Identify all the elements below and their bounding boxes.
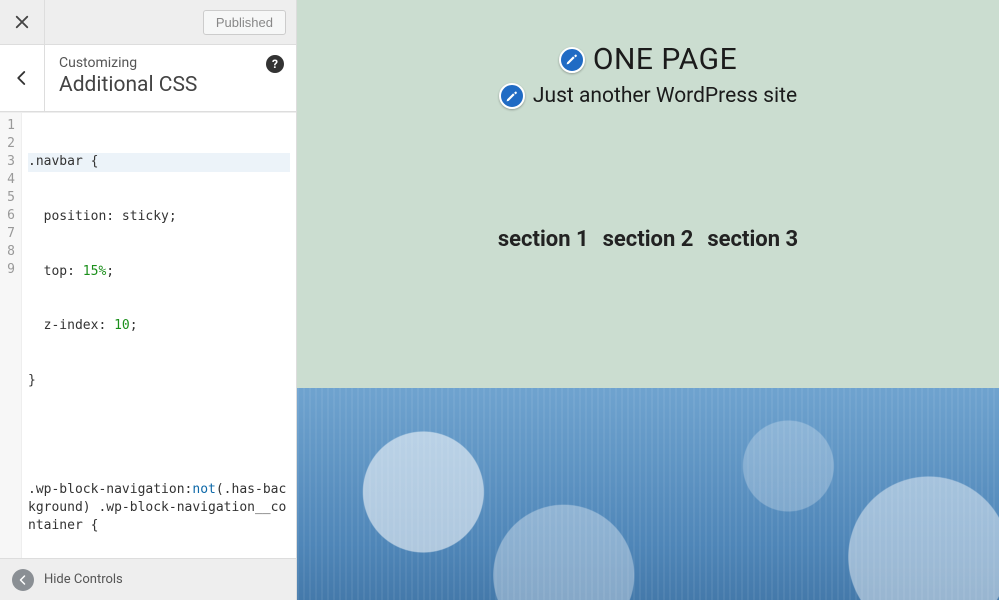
code-line: } — [28, 372, 290, 390]
pencil-icon — [565, 53, 578, 66]
edit-tagline-button[interactable] — [499, 83, 525, 109]
editor-code[interactable]: .navbar { position: sticky; top: 15%; z-… — [22, 113, 296, 558]
code-line: top: 15%; — [28, 263, 290, 281]
nav-link-section2[interactable]: section 2 — [603, 227, 694, 252]
pencil-icon — [505, 90, 518, 103]
preview-hero: ONE PAGE Just another WordPress site sec… — [297, 0, 999, 388]
hide-controls-label: Hide Controls — [44, 572, 123, 587]
hide-controls-button[interactable]: Hide Controls — [0, 558, 296, 600]
nav-link-section1[interactable]: section 1 — [498, 227, 589, 252]
collapse-icon — [12, 569, 34, 591]
section-title: Additional CSS — [59, 73, 282, 97]
help-button[interactable]: ? — [266, 55, 284, 73]
customizer-sidebar: Published Customizing Additional CSS ? 1… — [0, 0, 297, 600]
code-line: z-index: 10; — [28, 317, 290, 335]
site-tagline: Just another WordPress site — [533, 84, 797, 108]
preview-banner-image — [297, 388, 999, 600]
site-title: ONE PAGE — [593, 42, 737, 77]
edit-title-button[interactable] — [559, 47, 585, 73]
editor-gutter: 1 2 3 4 5 6 7 8 9 — [0, 113, 22, 558]
site-preview[interactable]: ONE PAGE Just another WordPress site sec… — [297, 0, 999, 600]
preview-nav: section 1 section 2 section 3 — [498, 227, 798, 252]
code-line — [28, 426, 290, 444]
close-button[interactable] — [0, 0, 45, 45]
breadcrumb: Customizing — [59, 55, 282, 71]
css-editor[interactable]: 1 2 3 4 5 6 7 8 9 .navbar { position: st… — [0, 112, 296, 558]
customizer-topbar: Published — [0, 0, 296, 45]
back-button[interactable] — [0, 45, 45, 111]
nav-link-section3[interactable]: section 3 — [707, 227, 798, 252]
code-line: .wp-block-navigation:not(.has-background… — [28, 481, 290, 536]
chevron-left-icon — [13, 69, 31, 87]
code-line: position: sticky; — [28, 208, 290, 226]
code-line: .navbar { — [28, 153, 290, 171]
section-header: Customizing Additional CSS ? — [0, 45, 296, 112]
close-icon — [13, 13, 31, 31]
publish-button[interactable]: Published — [203, 10, 286, 35]
